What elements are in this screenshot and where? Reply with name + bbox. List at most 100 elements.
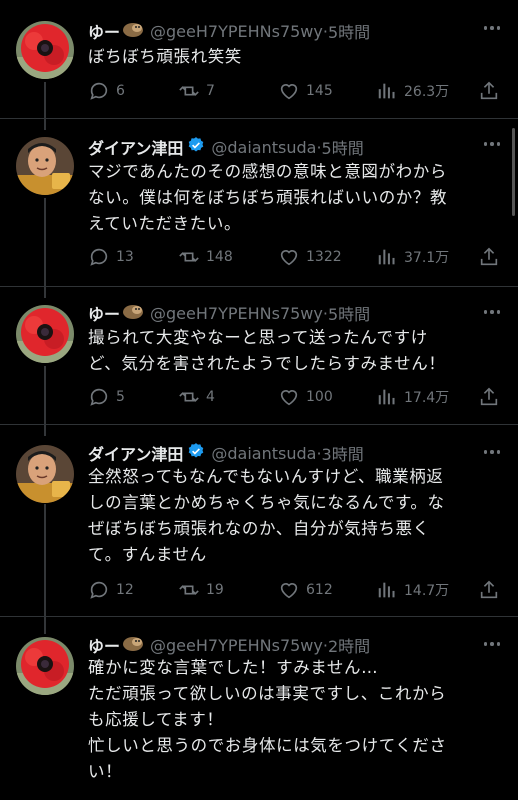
avatar[interactable]: [16, 137, 74, 195]
reply-button[interactable]: 5: [88, 385, 125, 409]
verified-badge-icon: [187, 136, 205, 158]
more-options-icon[interactable]: [483, 450, 500, 454]
display-name[interactable]: ゆー: [88, 633, 120, 657]
tweet[interactable]: ダイアン津田 @daiantsuda · 3時間 全然怒ってもなんでもないんすけ…: [0, 440, 518, 610]
bar-chart-icon: [378, 389, 395, 405]
retweet-count: 4: [206, 389, 215, 405]
avatar[interactable]: [16, 21, 74, 79]
bar-chart-icon: [378, 83, 395, 99]
tweet-text: 確かに変な言葉でした！すみません… ただ頑張って欲しいのは事実ですし、これから …: [88, 658, 447, 781]
share-icon: [480, 580, 498, 599]
red-anemone-avatar: [16, 637, 74, 695]
tweet[interactable]: ゆー @geeH7YPEHNs75wy · 5時間 撮られて大変やなーと思って送…: [0, 300, 518, 420]
views-button[interactable]: 26.3万: [376, 79, 449, 103]
retweet-button[interactable]: 148: [178, 245, 233, 269]
user-handle[interactable]: @daiantsuda: [211, 444, 316, 463]
views-button[interactable]: 14.7万: [376, 578, 449, 602]
more-options-icon[interactable]: [483, 310, 500, 314]
more-options-icon[interactable]: [483, 642, 500, 646]
share-button[interactable]: [478, 245, 500, 269]
tweet-text: 全然怒ってもなんでもないんすけど、職業柄返 しの言葉とかめちゃくちゃ気になるんで…: [88, 467, 445, 564]
display-name[interactable]: ゆー: [88, 301, 120, 325]
timestamp[interactable]: 3時間: [322, 441, 364, 465]
tweet-header: ゆー @geeH7YPEHNs75wy · 5時間: [88, 18, 370, 44]
reply-count: 5: [116, 389, 125, 405]
retweet-count: 7: [206, 83, 215, 99]
views-button[interactable]: 37.1万: [376, 245, 449, 269]
heart-icon: [280, 84, 298, 100]
share-button[interactable]: [478, 578, 500, 602]
tweet[interactable]: ダイアン津田 @daiantsuda · 5時間 マジであんたのその感想の意味と…: [0, 132, 518, 282]
user-handle[interactable]: @geeH7YPEHNs75wy: [150, 636, 323, 655]
retweet-button[interactable]: 4: [178, 385, 215, 409]
retweet-icon: [179, 392, 199, 402]
reply-icon: [90, 248, 108, 266]
retweet-icon: [179, 585, 199, 595]
like-button[interactable]: 612: [278, 578, 333, 602]
retweet-button[interactable]: 7: [178, 79, 215, 103]
red-anemone-avatar: [16, 305, 74, 363]
user-handle[interactable]: @geeH7YPEHNs75wy: [150, 22, 323, 41]
tweet-header: ダイアン津田 @daiantsuda · 3時間: [88, 440, 364, 466]
tweet-text: ぼちぼち頑張れ笑笑: [88, 47, 242, 66]
timestamp[interactable]: 5時間: [328, 19, 370, 43]
like-button[interactable]: 100: [278, 385, 333, 409]
tweet[interactable]: ゆー @geeH7YPEHNs75wy · 2時間 確かに変な言葉でした！すみま…: [0, 632, 518, 800]
sloth-emoji: [122, 634, 144, 656]
timestamp[interactable]: 5時間: [322, 135, 364, 159]
tweet[interactable]: ゆー @geeH7YPEHNs75wy · 5時間 ぼちぼち頑張れ笑笑 6 7 …: [0, 16, 518, 116]
share-button[interactable]: [478, 385, 500, 409]
like-button[interactable]: 1322: [278, 245, 342, 269]
reply-count: 12: [116, 582, 134, 598]
reply-count: 13: [116, 249, 134, 265]
share-icon: [480, 387, 498, 406]
view-count: 26.3万: [404, 84, 450, 100]
heart-icon: [280, 390, 298, 406]
display-name[interactable]: ダイアン津田: [88, 135, 183, 159]
retweet-count: 148: [206, 249, 233, 265]
reply-count: 6: [116, 83, 125, 99]
share-icon: [480, 247, 498, 266]
like-button[interactable]: 145: [278, 79, 333, 103]
sloth-emoji: [122, 302, 144, 324]
avatar[interactable]: [16, 305, 74, 363]
reply-button[interactable]: 6: [88, 79, 125, 103]
reply-button[interactable]: 13: [88, 245, 134, 269]
red-anemone-avatar: [16, 21, 74, 79]
retweet-button[interactable]: 19: [178, 578, 224, 602]
user-handle[interactable]: @geeH7YPEHNs75wy: [150, 304, 323, 323]
like-count: 612: [306, 582, 333, 598]
share-icon: [480, 81, 498, 100]
more-options-icon[interactable]: [483, 26, 500, 30]
avatar[interactable]: [16, 445, 74, 503]
timestamp[interactable]: 2時間: [328, 633, 370, 657]
like-count: 145: [306, 83, 333, 99]
action-bar: 12 19 612 14.7万: [88, 578, 500, 602]
action-bar: 6 7 145 26.3万: [88, 79, 500, 103]
retweet-icon: [179, 252, 199, 262]
user-handle[interactable]: @daiantsuda: [211, 138, 316, 157]
like-count: 1322: [306, 249, 342, 265]
sloth-emoji: [122, 20, 144, 42]
reply-icon: [90, 581, 108, 599]
action-bar: 13 148 1322 37.1万: [88, 245, 500, 269]
views-button[interactable]: 17.4万: [376, 385, 449, 409]
man-photo-avatar: [16, 137, 74, 195]
divider: [0, 118, 518, 119]
timestamp[interactable]: 5時間: [328, 301, 370, 325]
heart-icon: [280, 250, 298, 266]
heart-icon: [280, 583, 298, 599]
avatar[interactable]: [16, 637, 74, 695]
display-name[interactable]: ダイアン津田: [88, 441, 183, 465]
bar-chart-icon: [378, 249, 395, 265]
display-name[interactable]: ゆー: [88, 19, 120, 43]
reply-icon: [90, 388, 108, 406]
reply-icon: [90, 82, 108, 100]
man-photo-avatar: [16, 445, 74, 503]
verified-badge-icon: [187, 442, 205, 464]
like-count: 100: [306, 389, 333, 405]
share-button[interactable]: [478, 79, 500, 103]
view-count: 17.4万: [404, 390, 450, 406]
reply-button[interactable]: 12: [88, 578, 134, 602]
more-options-icon[interactable]: [483, 142, 500, 146]
